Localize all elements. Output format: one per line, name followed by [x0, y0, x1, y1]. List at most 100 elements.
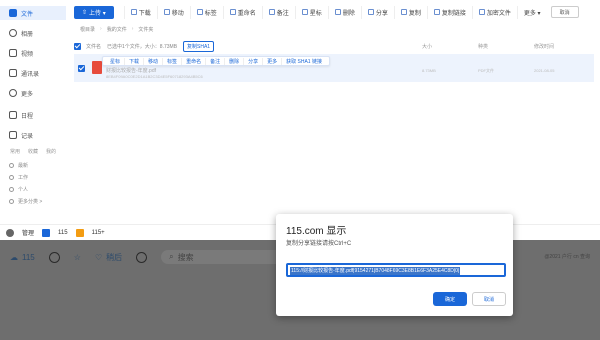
sidebar-tab[interactable]: 常用 [10, 148, 20, 155]
breadcrumb-item[interactable]: 我的文件 [107, 26, 127, 33]
row-action[interactable]: 更多 [263, 57, 283, 65]
button-label: 分享 [375, 10, 388, 17]
star-button[interactable]: 星标 [294, 5, 328, 19]
sidebar-sub-label: 最新 [18, 162, 29, 169]
cancel-selection-button[interactable]: 取消 [550, 6, 579, 18]
note-button[interactable]: 备注 [261, 5, 295, 19]
sidebar-sub-item[interactable]: 工作 [9, 172, 65, 182]
star-icon [9, 162, 14, 168]
file-browser: ⇧ 上传 ▾ 下载 移动 标签 重命名 备注 星标 删除 分享 复制 复制链接 … [66, 0, 600, 214]
row-action[interactable]: 分享 [244, 57, 264, 65]
person-icon [9, 186, 14, 192]
file-type: PDF文件 [478, 68, 494, 73]
breadcrumb-item[interactable]: 文件夹 [138, 26, 153, 33]
upload-button[interactable]: ⇧ 上传 ▾ [74, 5, 114, 19]
move-button[interactable]: 移动 [156, 5, 190, 19]
main-app: 文件 相册 视频 通讯录 更多 日程 记录 常用 收藏 我的 最新 工作 个人 … [0, 0, 600, 214]
rename-icon [229, 9, 236, 15]
rename-button[interactable]: 重命名 [222, 5, 262, 19]
calendar-icon [9, 111, 17, 119]
row-action[interactable]: 获取 SHA1 链接 [282, 58, 326, 65]
more-button[interactable]: 更多 ▾ [516, 5, 547, 19]
row-action[interactable]: 移动 [144, 57, 164, 65]
download-icon [130, 9, 137, 15]
copy-icon [400, 9, 407, 15]
select-all-checkbox[interactable] [74, 42, 81, 50]
button-label: 复制链接 [441, 10, 466, 17]
sidebar-item-label: 相册 [21, 31, 34, 38]
more-icon [9, 89, 17, 97]
button-label: 标签 [204, 10, 217, 17]
column-time[interactable]: 修改时间 [534, 43, 554, 50]
photo-icon [9, 29, 17, 37]
selection-summary: 已选中1个文件，大小：8.73MB [107, 43, 178, 50]
download-button[interactable]: 下载 [123, 5, 157, 19]
table-row[interactable]: 星标 下载 移动 标签 重命名 备注 删除 分享 更多 获取 SHA1 链接 财… [74, 54, 594, 82]
sidebar-sub-item[interactable]: 个人 [9, 184, 65, 194]
move-icon [163, 9, 170, 15]
copy-sha1-button[interactable]: 复制SHA1 [183, 40, 215, 52]
row-checkbox[interactable] [78, 65, 85, 72]
row-action[interactable]: 备注 [206, 57, 226, 65]
app-115-icon [42, 228, 51, 237]
nav-item[interactable]: ♡ 稍后 [95, 252, 122, 263]
edit-icon [268, 9, 275, 15]
sidebar-tab[interactable]: 收藏 [28, 148, 38, 155]
footer-text: @2021 户行 cn 查询 [544, 254, 590, 260]
file-name[interactable]: 财报比较报告-年度.pdf [106, 67, 216, 74]
sidebar-item-notes[interactable]: 记录 [0, 128, 66, 142]
folder-icon [9, 198, 14, 204]
bookmark-item[interactable]: 115+ [92, 230, 105, 236]
row-action[interactable]: 星标 [106, 57, 126, 65]
bookmark-item[interactable]: 115 [58, 230, 68, 236]
button-label: 复制 [408, 10, 421, 17]
row-action[interactable]: 标签 [163, 57, 183, 65]
sidebar-item-photos[interactable]: 相册 [0, 26, 66, 40]
sidebar-item-more[interactable]: 更多 [0, 86, 66, 100]
copy-link-button[interactable]: 复制链接 [426, 5, 472, 19]
row-action[interactable]: 删除 [225, 57, 245, 65]
column-type[interactable]: 种类 [478, 43, 488, 50]
bookmark-item[interactable]: 管理 [22, 228, 34, 237]
sidebar-sub-label: 工作 [18, 174, 29, 181]
search-icon: ⌕ [169, 252, 174, 261]
star-icon[interactable]: ☆ [74, 253, 81, 262]
sidebar-sub-item[interactable]: 最新 [9, 160, 65, 170]
sidebar-item-calendar[interactable]: 日程 [0, 108, 66, 122]
brand[interactable]: ☁ 115 [10, 253, 35, 262]
briefcase-icon [9, 174, 14, 180]
row-action[interactable]: 下载 [125, 57, 145, 65]
sidebar-item-videos[interactable]: 视频 [0, 46, 66, 60]
button-label: 备注 [276, 10, 289, 17]
share-button[interactable]: 分享 [360, 5, 394, 19]
column-size[interactable]: 大小 [422, 43, 432, 50]
upload-label: 上传 ▾ [89, 10, 106, 17]
breadcrumb-item[interactable]: 根目录 [80, 26, 95, 33]
sidebar-item-label: 视频 [21, 51, 34, 58]
sidebar-sub-label: 个人 [18, 186, 29, 193]
column-name[interactable]: 文件名 [86, 43, 101, 50]
sidebar-item-label: 日程 [21, 113, 34, 120]
copy-button[interactable]: 复制 [393, 5, 427, 19]
cancel-button[interactable]: 取消 [472, 292, 506, 306]
search-placeholder: 搜索 [177, 252, 194, 262]
dialog-message: 复制分享链接请按Ctrl+C [286, 241, 352, 247]
sidebar-item-label: 文件 [21, 11, 34, 18]
encrypt-button[interactable]: 加密文件 [471, 5, 517, 19]
ok-button[interactable]: 确定 [433, 292, 467, 306]
sidebar-item-label: 更多 [21, 91, 34, 98]
sidebar-item-label: 通讯录 [21, 71, 40, 78]
toolbar: ⇧ 上传 ▾ 下载 移动 标签 重命名 备注 星标 删除 分享 复制 复制链接 … [74, 5, 579, 19]
button-label: 加密文件 [486, 10, 511, 17]
sidebar-item-contacts[interactable]: 通讯录 [0, 66, 66, 80]
tag-button[interactable]: 标签 [189, 5, 223, 19]
clock-icon[interactable] [48, 251, 60, 263]
trash-icon [334, 9, 341, 15]
sidebar-item-files[interactable]: 文件 [0, 6, 66, 20]
row-action[interactable]: 重命名 [182, 57, 207, 65]
delete-button[interactable]: 删除 [327, 5, 361, 19]
row-action-bar: 星标 下载 移动 标签 重命名 备注 删除 分享 更多 获取 SHA1 链接 [102, 56, 330, 66]
tag-icon[interactable] [136, 251, 148, 263]
sidebar-tab[interactable]: 我的 [46, 148, 56, 155]
sidebar-sub-item[interactable]: 更多分类 > [9, 196, 65, 206]
